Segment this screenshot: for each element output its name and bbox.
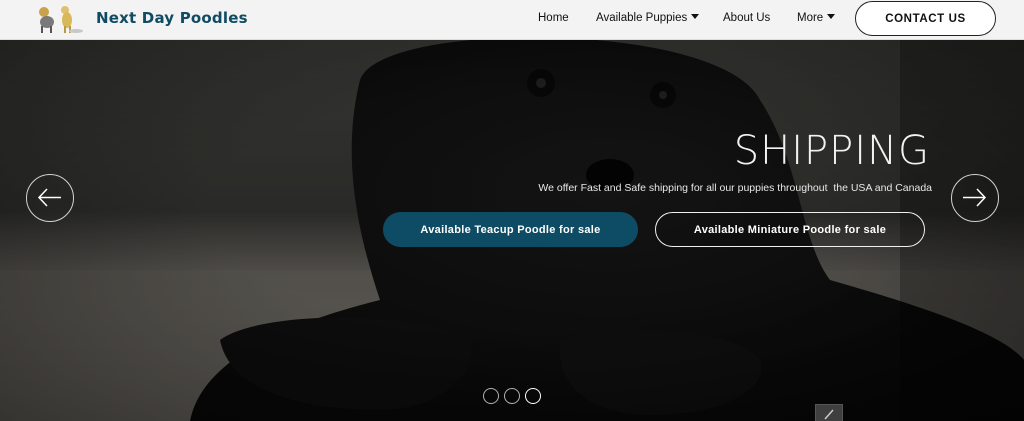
poodles-logo-icon[interactable]: [34, 4, 86, 34]
hero-title: SHIPPING: [733, 128, 930, 174]
caret-down-icon: [691, 14, 700, 19]
caret-down-icon: [827, 14, 836, 19]
hero-slider: SHIPPING We offer Fast and Safe shipping…: [0, 40, 1024, 421]
nav-about-us-label: About Us: [723, 12, 771, 24]
arrow-right-icon: [963, 188, 987, 207]
nav-home[interactable]: Home: [538, 12, 569, 24]
nav-available-puppies-label: Available Puppies: [596, 12, 688, 24]
next-slide-button[interactable]: [951, 174, 999, 222]
arrow-left-icon: [37, 188, 61, 207]
teacup-poodle-button[interactable]: Available Teacup Poodle for sale: [383, 212, 638, 247]
slide-dot-1[interactable]: [483, 388, 499, 404]
slide-dot-2[interactable]: [504, 388, 520, 404]
nav-more[interactable]: More: [797, 12, 836, 24]
slide-dot-3[interactable]: [525, 388, 541, 404]
contact-us-button[interactable]: CONTACT US: [855, 1, 996, 36]
nav-about-us[interactable]: About Us: [723, 12, 770, 24]
brand-name[interactable]: Next Day Poodles: [96, 9, 248, 27]
hero-subtitle: We offer Fast and Safe shipping for all …: [538, 182, 932, 194]
edit-widget-icon[interactable]: [815, 404, 843, 421]
nav-more-label: More: [797, 12, 824, 24]
site-header: Next Day Poodles Home Available Puppies …: [0, 0, 1024, 40]
nav-available-puppies[interactable]: Available Puppies: [596, 12, 700, 24]
miniature-poodle-button[interactable]: Available Miniature Poodle for sale: [655, 212, 925, 247]
previous-slide-button[interactable]: [26, 174, 74, 222]
nav-home-label: Home: [538, 12, 569, 24]
